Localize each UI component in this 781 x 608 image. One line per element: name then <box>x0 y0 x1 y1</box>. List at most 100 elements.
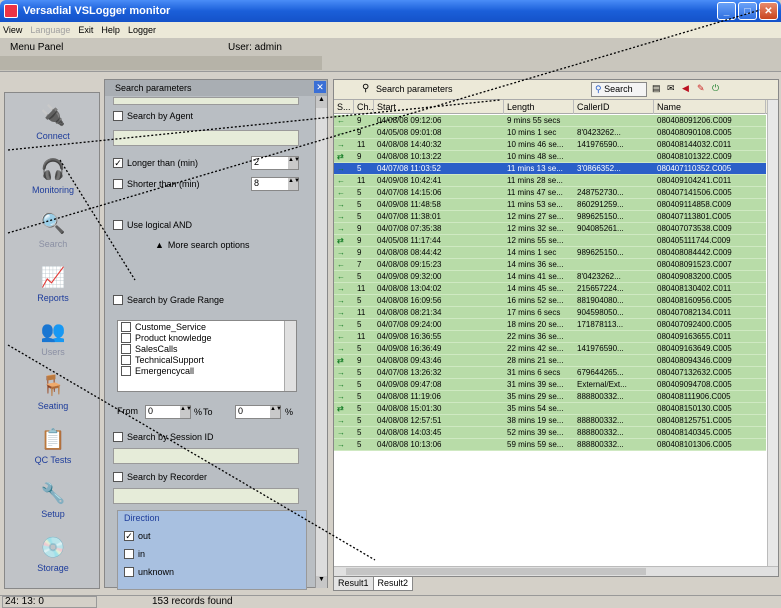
spinner-arrows-icon[interactable]: ▲▼ <box>288 178 300 190</box>
spinner-arrows-icon[interactable]: ▲▼ <box>180 406 192 418</box>
search-by-session-row[interactable]: Search by Session ID <box>113 432 214 442</box>
list-item[interactable]: Product knowledge <box>118 332 296 343</box>
longer-than-checkbox[interactable] <box>113 158 123 168</box>
sidebar-item-search[interactable]: 🔍 Search <box>5 209 101 250</box>
column-header[interactable]: Ch... <box>354 100 374 114</box>
column-header[interactable]: CallerID <box>574 100 654 114</box>
grade-listbox[interactable]: Custome_Service Product knowledge SalesCal… <box>117 320 297 392</box>
agent-input[interactable] <box>113 130 299 146</box>
table-row[interactable]: ⇄ 9 04/08/08 10:13:22 10 mins 48 se... 08040… <box>334 151 766 163</box>
use-logical-and-row[interactable]: Use logical AND <box>113 220 192 230</box>
from-spinner[interactable]: 0 ▲▼ <box>145 405 192 419</box>
spinner-arrows-icon[interactable]: ▲▼ <box>288 157 300 169</box>
column-header[interactable]: Length <box>504 100 574 114</box>
grade-checkbox[interactable] <box>121 332 131 343</box>
table-row[interactable]: → 11 04/08/08 14:40:32 10 mins 46 se... 1419… <box>334 139 766 151</box>
use-logical-and-checkbox[interactable] <box>113 220 123 230</box>
table-row[interactable]: → 5 04/09/08 16:36:49 22 mins 42 se... 14197… <box>334 343 766 355</box>
table-row[interactable]: → 5 04/08/08 11:19:06 35 mins 29 se... 88880… <box>334 391 766 403</box>
shorter-than-row[interactable]: Shorter than (min) <box>113 179 200 189</box>
grade-listbox-scrollbar[interactable] <box>284 321 296 391</box>
table-row[interactable]: → 11 04/08/08 08:21:34 17 mins 6 secs 904598… <box>334 307 766 319</box>
column-header[interactable]: S... <box>334 100 354 114</box>
table-row[interactable]: ← 5 04/09/08 09:32:00 14 mins 41 se... 8'042… <box>334 271 766 283</box>
close-panel-icon[interactable]: ✕ <box>314 81 326 93</box>
more-search-options-link[interactable]: ▲ More search options <box>155 240 249 250</box>
search-by-grade-checkbox[interactable] <box>113 295 123 305</box>
table-row[interactable]: → 11 04/08/08 13:04:02 14 mins 45 se... 2156… <box>334 283 766 295</box>
search-by-grade-row[interactable]: Search by Grade Range <box>113 295 224 305</box>
scroll-thumb[interactable] <box>346 568 646 575</box>
table-row[interactable]: → 5 04/08/08 14:03:45 52 mins 39 se... 88880… <box>334 427 766 439</box>
list-item[interactable]: SalesCalls <box>118 343 296 354</box>
table-row[interactable]: → 5 04/07/08 09:24:00 18 mins 20 se... 17187… <box>334 319 766 331</box>
to-spinner[interactable]: 0 ▲▼ <box>235 405 282 419</box>
table-row[interactable]: ← 11 04/09/08 16:36:55 22 mins 36 se... 0804… <box>334 331 766 343</box>
list-item[interactable]: Emergencycall <box>118 365 296 376</box>
table-row[interactable]: → 9 04/08/08 08:44:42 14 mins 1 sec 98962515… <box>334 247 766 259</box>
column-header[interactable]: Start <box>374 100 504 114</box>
grade-checkbox[interactable] <box>121 321 131 332</box>
direction-option[interactable]: unknown <box>124 563 174 581</box>
sidebar-item-setup[interactable]: 🔧 Setup <box>5 479 101 520</box>
table-row[interactable]: → 5 04/09/08 09:47:08 31 mins 39 se... Exter… <box>334 379 766 391</box>
table-row[interactable]: ← 11 04/09/08 10:42:41 11 mins 28 se... 0804… <box>334 175 766 187</box>
search-panel-scrollbar[interactable]: ▲ ▼ <box>315 96 327 588</box>
session-id-input[interactable] <box>113 448 299 464</box>
direction-option[interactable]: in <box>124 545 174 563</box>
search-by-agent-row[interactable]: Search by Agent <box>113 111 193 121</box>
direction-checkbox[interactable] <box>124 549 134 559</box>
table-row[interactable]: ⇄ 5 04/08/08 15:01:30 35 mins 54 se... 08040… <box>334 403 766 415</box>
search-button[interactable]: ⚲ Search <box>591 82 647 97</box>
scroll-down-icon[interactable]: ▼ <box>316 576 327 588</box>
sidebar-item-qc-tests[interactable]: 📋 QC Tests <box>5 425 101 466</box>
results-horizontal-scrollbar[interactable] <box>334 566 778 576</box>
sidebar-item-seating[interactable]: 🪑 Seating <box>5 371 101 412</box>
sidebar-item-storage[interactable]: 💿 Storage <box>5 533 101 574</box>
email-icon[interactable]: ✉ <box>667 83 680 96</box>
table-row[interactable]: → 5 04/07/08 13:26:32 31 mins 6 secs 6796442… <box>334 367 766 379</box>
table-row[interactable]: → 5 04/08/08 16:09:56 16 mins 52 se... 88190… <box>334 295 766 307</box>
table-row[interactable]: → 5 04/07/08 11:38:01 12 mins 27 se... 98962… <box>334 211 766 223</box>
shorter-than-checkbox[interactable] <box>113 179 123 189</box>
menu-logger[interactable]: Logger <box>128 25 156 35</box>
grade-checkbox[interactable] <box>121 354 131 365</box>
sidebar-item-connect[interactable]: 🔌 Connect <box>5 101 101 142</box>
tab-result1[interactable]: Result1 <box>333 577 374 591</box>
menu-view[interactable]: View <box>3 25 22 35</box>
column-header[interactable]: Name <box>654 100 766 114</box>
power-icon[interactable]: ⏻ <box>712 83 725 96</box>
results-vertical-scrollbar[interactable] <box>767 100 778 568</box>
menu-help[interactable]: Help <box>101 25 120 35</box>
sidebar-item-reports[interactable]: 📈 Reports <box>5 263 101 304</box>
recorder-input[interactable] <box>113 488 299 504</box>
tab-result2[interactable]: Result2 <box>372 577 414 591</box>
speaker-icon[interactable]: ◀ <box>682 83 695 96</box>
sidebar-item-monitoring[interactable]: 🎧 Monitoring <box>5 155 101 196</box>
search-by-recorder-checkbox[interactable] <box>113 472 123 482</box>
spinner-arrows-icon[interactable]: ▲▼ <box>270 406 282 418</box>
grade-checkbox[interactable] <box>121 343 131 354</box>
direction-checkbox[interactable] <box>124 531 134 541</box>
close-button[interactable]: ✕ <box>759 2 778 20</box>
list-item[interactable]: Custome_Service <box>118 321 296 332</box>
search-by-agent-checkbox[interactable] <box>113 111 123 121</box>
table-row[interactable]: ← 9 04/08/08 09:12:06 9 mins 55 secs 0804080… <box>334 115 766 127</box>
export-doc-icon[interactable]: ▤ <box>652 83 665 96</box>
table-row[interactable]: ⇄ 9 04/08/08 09:43:46 28 mins 21 se... 08040… <box>334 355 766 367</box>
scroll-up-icon[interactable]: ▲ <box>316 96 327 108</box>
direction-option[interactable]: out <box>124 527 174 545</box>
marker-icon[interactable]: ✎ <box>697 83 710 96</box>
table-row[interactable]: ← 7 04/08/08 09:15:23 14 mins 36 se... 08040… <box>334 259 766 271</box>
table-row[interactable]: ⇄ 9 04/05/08 11:17:44 12 mins 55 se... 08040… <box>334 235 766 247</box>
sidebar-item-users[interactable]: 👥 Users <box>5 317 101 358</box>
table-row[interactable]: → 5 04/07/08 11:03:52 11 mins 13 se... 3'086… <box>334 163 766 175</box>
table-row[interactable]: → 9 04/05/08 09:01:08 10 mins 1 sec 8'042326… <box>334 127 766 139</box>
longer-than-row[interactable]: Longer than (min) <box>113 158 198 168</box>
table-row[interactable]: → 9 04/07/08 07:35:38 12 mins 32 se... 90408… <box>334 223 766 235</box>
search-by-recorder-row[interactable]: Search by Recorder <box>113 472 207 482</box>
list-item[interactable]: TechnicalSupport <box>118 354 296 365</box>
table-row[interactable]: → 5 04/09/08 11:48:58 11 mins 53 se... 86029… <box>334 199 766 211</box>
menu-exit[interactable]: Exit <box>78 25 93 35</box>
maximize-button[interactable]: □ <box>738 2 757 20</box>
